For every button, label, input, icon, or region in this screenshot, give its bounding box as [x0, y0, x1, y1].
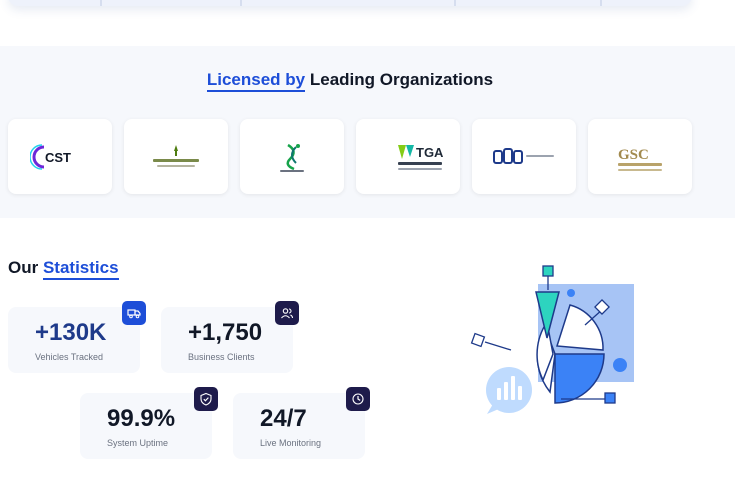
gsc-logo-icon: GSC — [618, 147, 662, 171]
marker-teal — [542, 265, 554, 277]
statistics-title: Our Statistics — [8, 258, 119, 280]
stat-card-vehicles: +130K Vehicles Tracked — [8, 307, 140, 373]
marker-square-left — [470, 332, 486, 348]
users-icon — [275, 301, 299, 325]
logo-card-emblem — [240, 119, 344, 194]
logo-card-ministry — [124, 119, 228, 194]
licensed-title-rest: Leading Organizations — [305, 70, 494, 89]
dot-blue-small — [567, 289, 575, 297]
statistics-title-plain: Our — [8, 258, 43, 277]
cst-logo-text: CST — [45, 150, 71, 165]
logo-card-gsc: GSC — [588, 119, 692, 194]
stat-label: System Uptime — [107, 438, 169, 448]
stat-label: Live Monitoring — [260, 438, 322, 448]
statistics-illustration — [470, 265, 634, 414]
bubble-bar — [497, 388, 501, 400]
emblem-logo-icon — [280, 143, 304, 172]
clock-icon — [346, 387, 370, 411]
stat-value: +1,750 — [188, 319, 263, 346]
stat-label: Business Clients — [188, 352, 255, 362]
bubble-bar — [511, 376, 515, 400]
pie-slice-blue — [554, 353, 605, 404]
bubble-bar — [504, 382, 508, 400]
cst-logo-icon: CST — [30, 143, 71, 170]
dot-blue-large — [613, 358, 627, 372]
stat-label: Vehicles Tracked — [35, 352, 104, 362]
truck-icon — [122, 301, 146, 325]
tga-logo-icon: TGA — [398, 144, 444, 170]
bubble-bar — [518, 386, 522, 400]
ministry-logo-icon — [153, 144, 199, 167]
stat-card-clients: +1,750 Business Clients — [161, 307, 293, 373]
shield-check-icon — [194, 387, 218, 411]
licensed-title: Licensed by Leading Organizations — [0, 70, 700, 92]
logo-card-org — [472, 119, 576, 194]
gsc-logo-text: GSC — [618, 147, 649, 163]
stat-card-uptime: 99.9% System Uptime — [80, 393, 212, 459]
marker-square-right — [604, 392, 616, 404]
logo-card-tga: TGA — [356, 119, 460, 194]
tga-logo-text: TGA — [416, 145, 444, 160]
org-logo-icon — [493, 147, 554, 164]
stat-value: 99.9% — [107, 405, 176, 432]
top-bar — [8, 0, 692, 6]
stat-value: +130K — [35, 319, 107, 346]
statistics-title-highlight: Statistics — [42, 258, 119, 280]
logo-card-cst: CST — [8, 119, 112, 194]
stat-value: 24/7 — [260, 405, 307, 432]
licensed-title-highlight: Licensed by — [206, 70, 306, 92]
